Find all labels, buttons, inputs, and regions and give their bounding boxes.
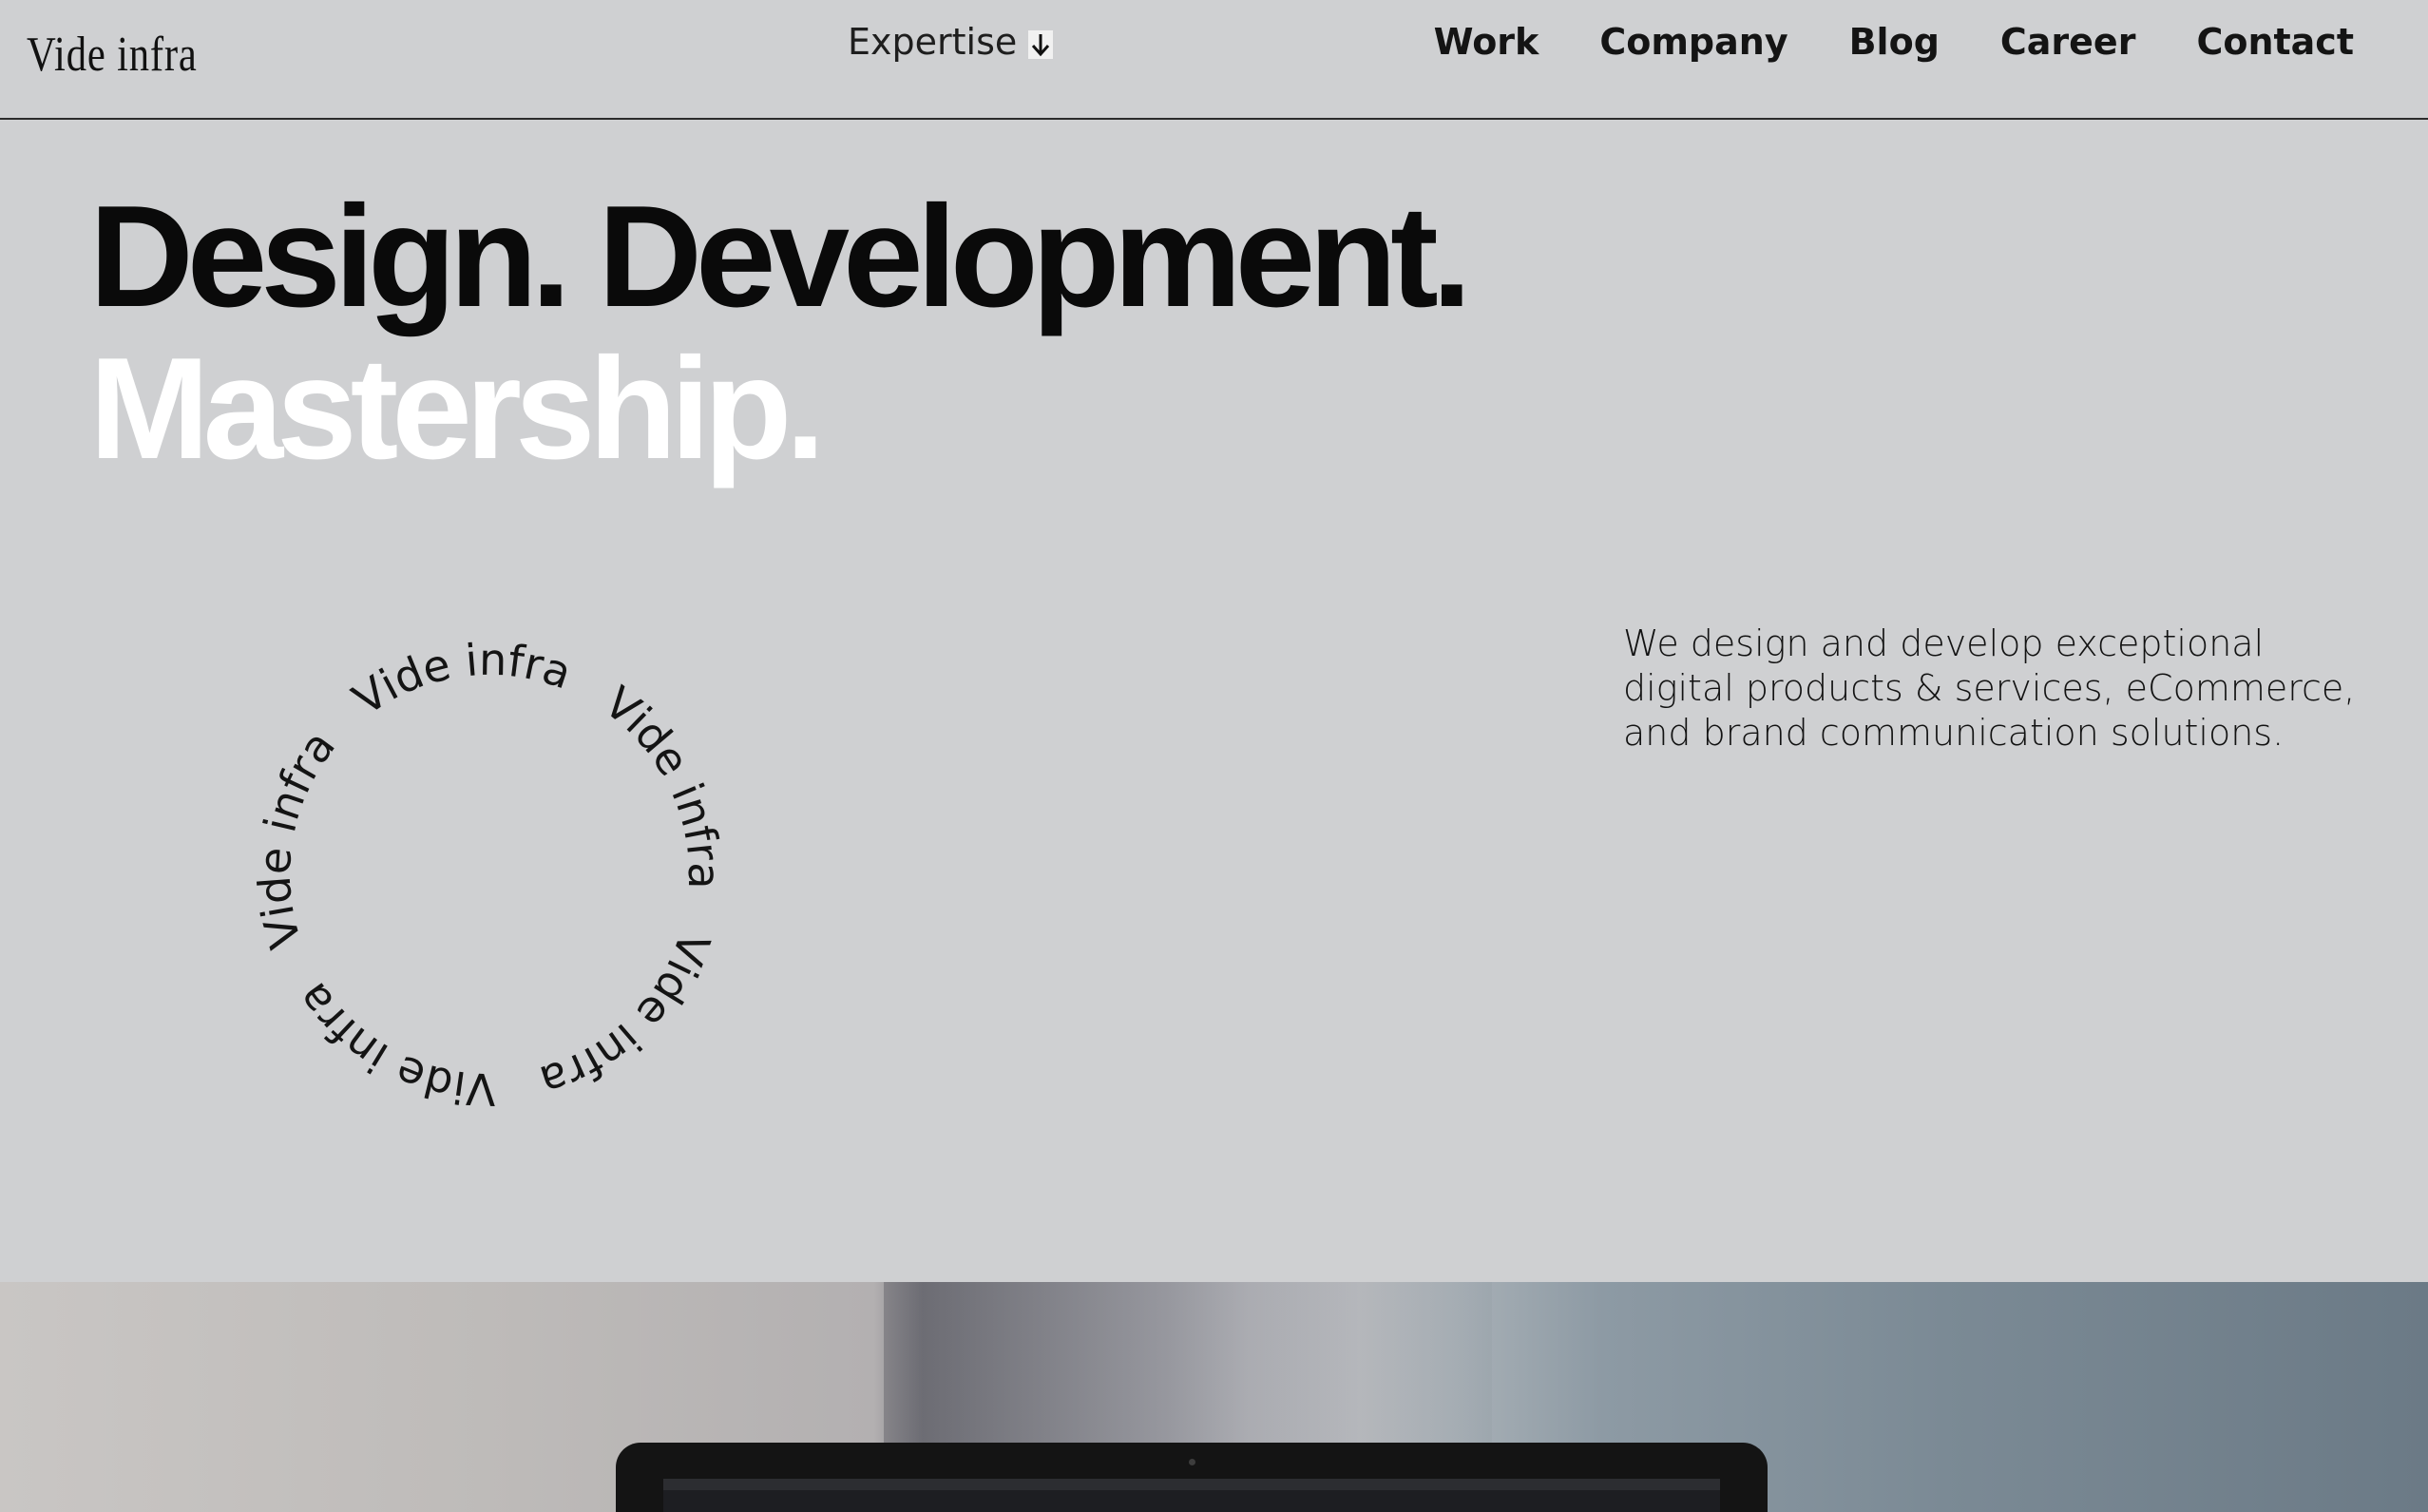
expertise-menu-toggle[interactable]: Expertise	[848, 21, 1054, 63]
intro-paragraph: We design and develop exceptional digita…	[1623, 622, 2356, 754]
main-nav: Work Company Blog Career Contact	[1434, 21, 2354, 63]
logo[interactable]: Vide infra	[27, 27, 198, 83]
rotating-badge: Vide infra Vide infra Vide infra Vide in…	[192, 593, 753, 1169]
badge-text-2: Vide infra	[340, 627, 592, 767]
laptop-image	[616, 1443, 1768, 1512]
hero-title-line-2: Mastership.	[89, 328, 826, 489]
arrow-down-icon	[1028, 30, 1054, 59]
badge-text-4: Vide infra	[506, 912, 736, 1108]
badge-text-5: Vide infra	[281, 929, 513, 1121]
laptop-camera	[1189, 1459, 1195, 1465]
badge-text-1: Vide infra	[242, 711, 402, 957]
laptop-screen-toolbar	[663, 1479, 1720, 1490]
nav-career[interactable]: Career	[2000, 21, 2136, 63]
nav-company[interactable]: Company	[1599, 21, 1788, 63]
hero-photo	[0, 1282, 2428, 1512]
expertise-label: Expertise	[848, 21, 1018, 63]
nav-contact[interactable]: Contact	[2196, 21, 2354, 63]
site-header: Vide infra Expertise Work Company Blog C…	[0, 0, 2428, 120]
nav-work[interactable]: Work	[1434, 21, 1539, 63]
badge-text-3: Vide infra	[585, 661, 736, 912]
hero-title-line-1: Design. Development.	[89, 176, 1472, 337]
hero-title: Design. Development. Mastership.	[89, 176, 1472, 489]
nav-blog[interactable]: Blog	[1849, 21, 1940, 63]
laptop-screen	[663, 1479, 1720, 1512]
